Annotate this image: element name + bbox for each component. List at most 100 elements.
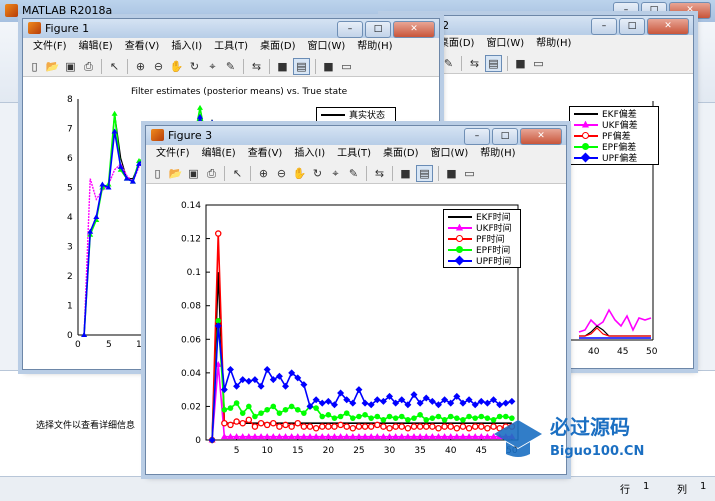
legend-icon[interactable]: ▤ [416, 164, 433, 182]
data-point [350, 415, 356, 421]
menu-item-view[interactable]: 查看(V) [119, 38, 166, 56]
menu-item-insert[interactable]: 插入(I) [288, 145, 331, 163]
maximize-button[interactable]: □ [492, 128, 518, 145]
pf-bias-line [579, 327, 651, 337]
maximize-button[interactable]: □ [365, 21, 391, 38]
data-point [276, 423, 283, 430]
data-point [429, 423, 436, 430]
data-point [111, 110, 118, 116]
hide-plot-tools-icon[interactable]: ■ [444, 166, 459, 181]
select-arrow-icon[interactable]: ↖ [107, 59, 122, 74]
open-file-icon[interactable]: 📂 [168, 166, 183, 181]
data-point [318, 399, 326, 407]
menu-item-help[interactable]: 帮助(H) [530, 35, 577, 53]
menu-item-window[interactable]: 窗口(W) [425, 145, 475, 163]
plot-tools-icon[interactable]: ▭ [339, 59, 354, 74]
minimize-button[interactable]: – [464, 128, 490, 145]
colorbar-icon[interactable]: ■ [398, 166, 413, 181]
x-tick-label: 45 [617, 347, 628, 357]
zoom-in-icon[interactable]: ⊕ [256, 166, 271, 181]
legend-icon[interactable]: ▤ [293, 57, 310, 75]
open-file-icon[interactable]: 📂 [45, 59, 60, 74]
data-point [288, 423, 295, 430]
data-point [471, 423, 479, 430]
y-tick-label: 0.12 [181, 235, 201, 245]
data-point [422, 423, 430, 430]
menu-item-edit[interactable]: 编辑(E) [196, 145, 242, 163]
data-cursor-icon[interactable]: ⌖ [328, 166, 343, 181]
figure3-title-bar: Figure 3 – □ ✕ [146, 126, 566, 145]
close-button[interactable]: ✕ [393, 21, 435, 38]
figure1-window-controls: – □ ✕ [337, 21, 435, 38]
data-point [459, 423, 467, 430]
hide-plot-tools-icon[interactable]: ■ [321, 59, 336, 74]
legend-icon[interactable]: ▤ [485, 54, 502, 72]
data-point [301, 410, 307, 416]
rotate-icon[interactable]: ↻ [187, 59, 202, 74]
minimize-button[interactable]: – [591, 18, 617, 35]
menu-item-file[interactable]: 文件(F) [27, 38, 73, 56]
menu-item-tools[interactable]: 工具(T) [208, 38, 254, 56]
data-point [478, 413, 485, 420]
link-plot-icon[interactable]: ⇆ [467, 56, 482, 71]
plot-tools-icon[interactable]: ▭ [462, 166, 477, 181]
menu-item-window[interactable]: 窗口(W) [480, 35, 530, 53]
new-figure-icon[interactable]: ▯ [150, 166, 165, 181]
pan-icon[interactable]: ✋ [169, 59, 184, 74]
menu-item-desktop[interactable]: 桌面(D) [377, 145, 425, 163]
save-icon[interactable]: ▣ [63, 59, 78, 74]
print-icon[interactable]: ⎙ [204, 166, 219, 181]
menu-item-edit[interactable]: 编辑(E) [73, 38, 119, 56]
link-plot-icon[interactable]: ⇆ [249, 59, 264, 74]
plot-tools-icon[interactable]: ▭ [531, 56, 546, 71]
menu-item-help[interactable]: 帮助(H) [474, 145, 521, 163]
save-icon[interactable]: ▣ [186, 166, 201, 181]
toolbar-separator [101, 58, 102, 74]
data-point [367, 423, 375, 430]
select-arrow-icon[interactable]: ↖ [230, 166, 245, 181]
data-point [324, 397, 332, 405]
figure2-legend[interactable]: EKF偏差 UKF偏差 PF偏差 EPF偏差 UPF偏差 [569, 106, 659, 165]
menu-item-desktop[interactable]: 桌面(D) [433, 35, 481, 53]
close-button[interactable]: ✕ [647, 18, 689, 35]
zoom-in-icon[interactable]: ⊕ [133, 59, 148, 74]
status-bar [0, 476, 715, 501]
y-tick-label: 2 [67, 272, 73, 282]
menu-item-desktop[interactable]: 桌面(D) [254, 38, 302, 56]
brush-icon[interactable]: ✎ [441, 56, 456, 71]
data-point [227, 421, 234, 429]
print-icon[interactable]: ⎙ [81, 59, 96, 74]
data-point [477, 397, 485, 405]
brush-icon[interactable]: ✎ [223, 59, 238, 74]
menu-item-insert[interactable]: 插入(I) [165, 38, 208, 56]
menu-item-window[interactable]: 窗口(W) [302, 38, 352, 56]
minimize-button[interactable]: – [337, 21, 363, 38]
zoom-out-icon[interactable]: ⊖ [274, 166, 289, 181]
colorbar-icon[interactable]: ■ [513, 56, 528, 71]
y-tick-label: 0 [195, 436, 201, 446]
zoom-out-icon[interactable]: ⊖ [151, 59, 166, 74]
pan-icon[interactable]: ✋ [292, 166, 307, 181]
menu-item-tools[interactable]: 工具(T) [331, 145, 377, 163]
data-point [251, 423, 259, 430]
menu-item-view[interactable]: 查看(V) [242, 145, 289, 163]
data-cursor-icon[interactable]: ⌖ [205, 59, 220, 74]
toolbar-separator [461, 55, 462, 71]
rotate-icon[interactable]: ↻ [310, 166, 325, 181]
brush-icon[interactable]: ✎ [346, 166, 361, 181]
data-point [447, 413, 454, 420]
close-button[interactable]: ✕ [520, 128, 562, 145]
data-point [441, 417, 448, 423]
matlab-title: MATLAB R2018a [22, 4, 113, 17]
data-point [269, 376, 277, 384]
data-point [435, 413, 442, 420]
new-figure-icon[interactable]: ▯ [27, 59, 42, 74]
menu-item-help[interactable]: 帮助(H) [351, 38, 398, 56]
maximize-button[interactable]: □ [619, 18, 645, 35]
colorbar-icon[interactable]: ■ [275, 59, 290, 74]
data-point [398, 423, 406, 430]
figure3-legend[interactable]: EKF时间 UKF时间 PF时间 EPF时间 UPF时间 [443, 209, 521, 268]
y-tick-label: 0.08 [181, 302, 201, 312]
link-plot-icon[interactable]: ⇆ [372, 166, 387, 181]
menu-item-file[interactable]: 文件(F) [150, 145, 196, 163]
